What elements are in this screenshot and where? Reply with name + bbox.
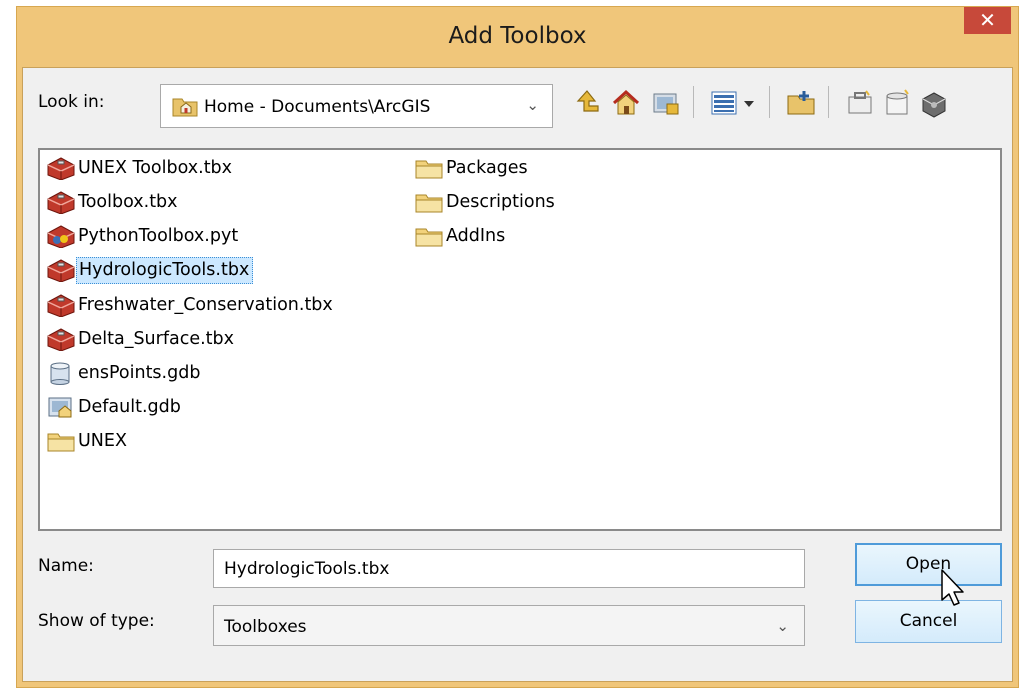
up-one-level-icon[interactable]	[571, 87, 603, 119]
toolbox-icon	[46, 190, 76, 214]
file-list-item-label: HydrologicTools.tbx	[76, 256, 254, 284]
connect-folder-icon[interactable]	[650, 87, 682, 119]
file-list-item[interactable]: Descriptions	[414, 187, 558, 217]
toolbar-separator	[693, 86, 694, 118]
file-list-item-label: UNEX	[78, 430, 127, 451]
file-list-item[interactable]: UNEX	[46, 426, 130, 456]
folder-icon	[46, 429, 76, 453]
mouse-cursor-icon	[941, 569, 964, 606]
file-list-item-label: ensPoints.gdb	[78, 362, 201, 383]
type-label: Show of type:	[38, 611, 155, 631]
folder-icon	[414, 190, 444, 214]
file-list-item-label: Delta_Surface.tbx	[78, 328, 234, 349]
file-list-item[interactable]: Packages	[414, 153, 531, 183]
file-list[interactable]: UNEX Toolbox.tbx Toolbox.tbx PythonToolbox…	[38, 148, 1002, 531]
file-list-item[interactable]: Toolbox.tbx	[46, 187, 181, 217]
file-list-item[interactable]: Default.gdb	[46, 392, 184, 422]
file-list-item[interactable]: AddIns	[414, 221, 508, 251]
file-list-item[interactable]: HydrologicTools.tbx	[46, 255, 254, 285]
home-folder-icon	[172, 95, 198, 121]
toolbox-icon	[46, 156, 76, 180]
file-list-item-label: UNEX Toolbox.tbx	[78, 157, 233, 178]
file-list-item-label: Toolbox.tbx	[78, 191, 178, 212]
folder-icon	[414, 156, 444, 180]
new-toolbox-icon[interactable]	[844, 87, 876, 119]
toolbox-icon	[46, 258, 76, 282]
cancel-button[interactable]: Cancel	[855, 600, 1002, 643]
name-label: Name:	[38, 556, 94, 576]
toolbar-separator	[828, 86, 829, 118]
file-list-item[interactable]: ensPoints.gdb	[46, 358, 203, 388]
file-list-item-label: Descriptions	[446, 191, 555, 212]
type-value: Toolboxes	[224, 617, 307, 637]
toolbox-icon	[46, 293, 76, 317]
close-button[interactable]: ✕	[964, 7, 1011, 34]
dialog-title: Add Toolbox	[448, 23, 587, 49]
new-python-toolbox-icon[interactable]	[918, 87, 950, 119]
new-folder-icon[interactable]	[785, 87, 817, 119]
look-in-label: Look in:	[38, 92, 105, 112]
open-button[interactable]: Open	[855, 543, 1002, 586]
add-toolbox-dialog: Add Toolbox ✕ Look in: Home - Documents\…	[16, 6, 1019, 688]
home-icon[interactable]	[610, 87, 642, 119]
toolbox-icon	[46, 327, 76, 351]
dialog-body: Look in: Home - Documents\ArcGIS ⌄ UNEX …	[22, 67, 1013, 682]
geodatabase-icon	[46, 361, 76, 385]
name-field[interactable]	[213, 549, 805, 588]
file-list-item-label: PythonToolbox.pyt	[78, 225, 239, 246]
folder-icon	[414, 224, 444, 248]
chevron-down-icon: ⌄	[776, 617, 789, 635]
file-list-item-label: Freshwater_Conservation.tbx	[78, 294, 333, 315]
type-dropdown[interactable]: Toolboxes ⌄	[213, 605, 805, 646]
python-toolbox-icon	[46, 224, 76, 248]
new-item-icon[interactable]	[881, 87, 913, 119]
file-list-item[interactable]: Delta_Surface.tbx	[46, 324, 237, 354]
file-list-item[interactable]: PythonToolbox.pyt	[46, 221, 241, 251]
home-geodatabase-icon	[46, 395, 76, 419]
file-list-item[interactable]: UNEX Toolbox.tbx	[46, 153, 235, 183]
look-in-dropdown[interactable]: Home - Documents\ArcGIS ⌄	[160, 84, 553, 128]
file-list-item[interactable]: Freshwater_Conservation.tbx	[46, 290, 336, 320]
chevron-down-icon: ⌄	[526, 96, 539, 114]
file-list-item-label: AddIns	[446, 225, 506, 246]
toolbar-separator	[769, 86, 770, 118]
file-list-item-label: Default.gdb	[78, 396, 181, 417]
view-list-icon[interactable]	[708, 87, 740, 119]
view-dropdown-icon[interactable]	[740, 87, 758, 119]
file-list-item-label: Packages	[446, 157, 528, 178]
look-in-value: Home - Documents\ArcGIS	[204, 97, 431, 117]
